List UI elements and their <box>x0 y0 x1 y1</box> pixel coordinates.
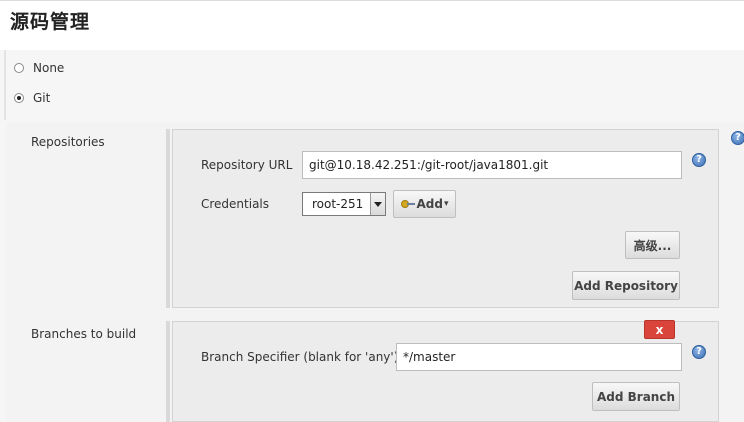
repository-url-help-icon[interactable]: ? <box>692 153 706 167</box>
add-repository-button[interactable]: Add Repository <box>572 271 680 300</box>
branches-bar <box>166 321 170 422</box>
radio-git[interactable] <box>14 93 24 103</box>
branch-specifier-input[interactable] <box>396 343 682 371</box>
section-title: 源码管理 <box>10 11 91 33</box>
top-divider <box>0 0 744 1</box>
branch-specifier-label: Branch Specifier (blank for 'any') <box>201 350 399 364</box>
add-credentials-button[interactable]: Add ▾ <box>393 190 456 218</box>
radio-none-label: None <box>33 61 65 75</box>
branch-specifier-help-icon[interactable]: ? <box>692 345 706 359</box>
credentials-label: Credentials <box>201 197 270 211</box>
scm-option-none[interactable]: None <box>14 61 64 75</box>
repository-url-label: Repository URL <box>201 158 293 172</box>
branches-label: Branches to build <box>31 327 137 341</box>
repository-url-input[interactable] <box>302 151 682 179</box>
scm-option-git[interactable]: Git <box>14 91 50 105</box>
chevron-down-icon[interactable] <box>370 193 385 215</box>
repositories-label: Repositories <box>31 135 105 149</box>
add-credentials-label: Add <box>416 197 443 211</box>
add-branch-button[interactable]: Add Branch <box>592 382 680 411</box>
dropdown-arrow-icon: ▾ <box>443 199 449 209</box>
advanced-button[interactable]: 高级... <box>625 231 680 259</box>
radio-git-label: Git <box>33 91 51 105</box>
help-icon[interactable]: ? <box>731 131 744 145</box>
credentials-select-value: root-251 <box>312 197 364 211</box>
scm-left-border <box>4 50 6 120</box>
repositories-bar <box>166 129 170 308</box>
key-icon <box>400 200 415 208</box>
credentials-select[interactable]: root-251 <box>302 192 386 216</box>
radio-none[interactable] <box>14 63 24 73</box>
delete-branch-button[interactable]: x <box>644 320 675 339</box>
